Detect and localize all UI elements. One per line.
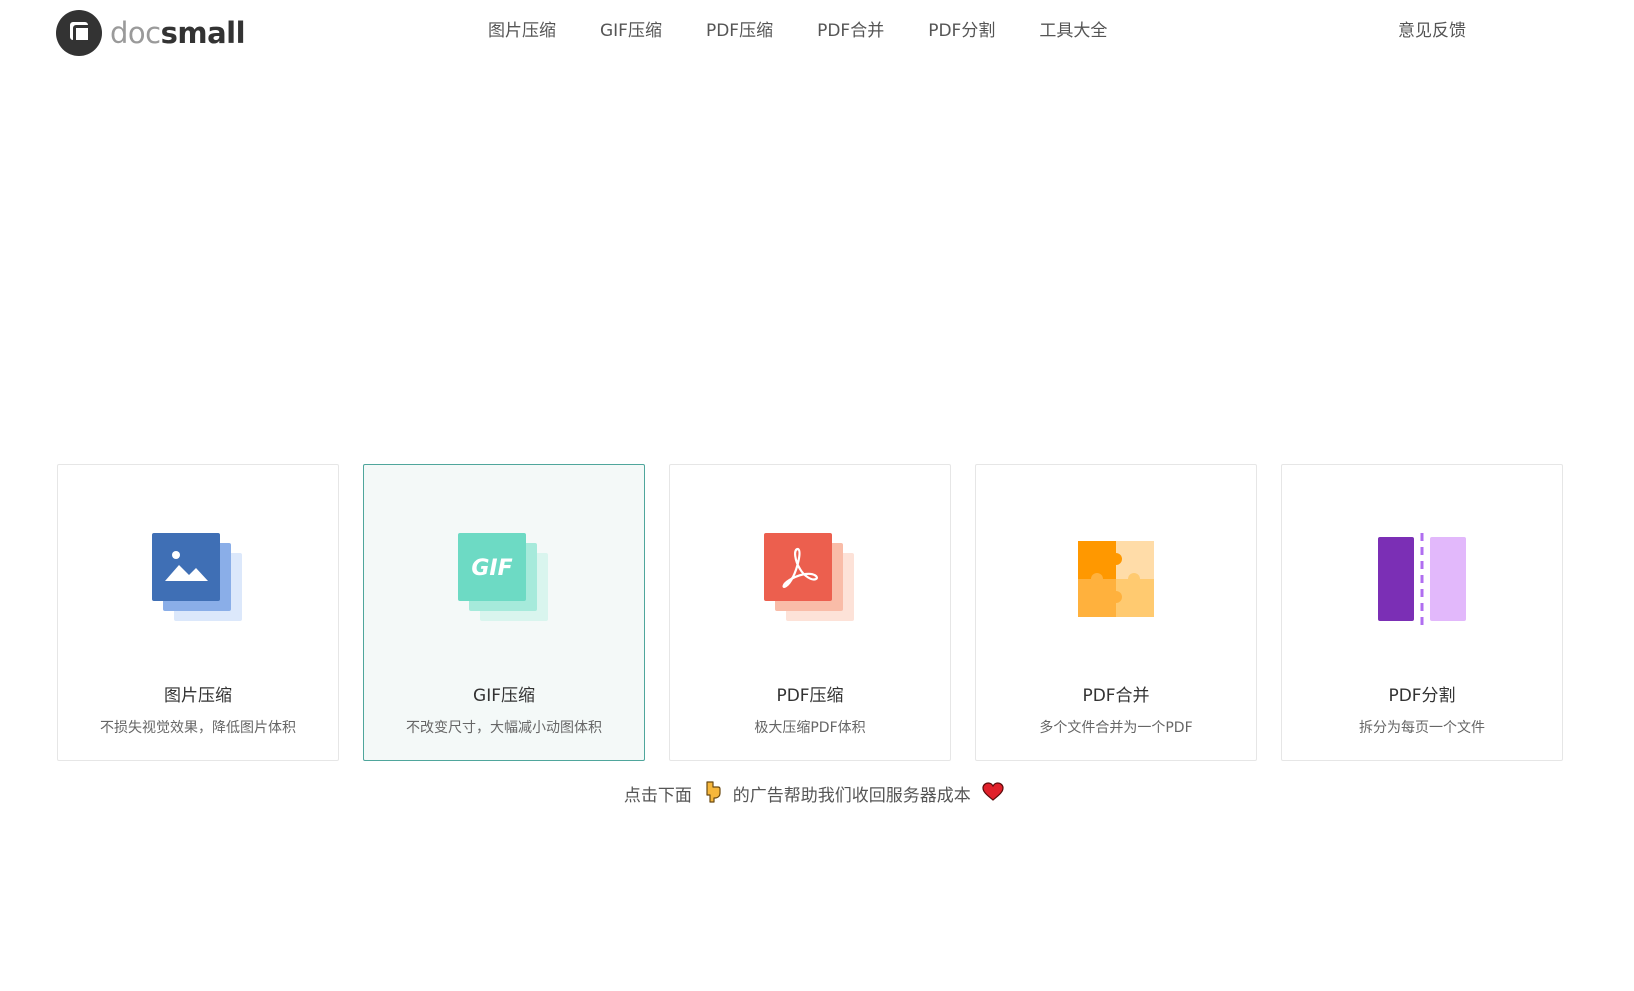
ad-note-text-after: 的广告帮助我们收回服务器成本 [732, 786, 971, 806]
card-description: 多个文件合并为一个PDF [1039, 720, 1193, 736]
svg-text:GIF: GIF [471, 556, 512, 581]
nav-image-compress[interactable]: 图片压缩 [488, 18, 556, 44]
card-title: GIF压缩 [473, 686, 535, 706]
image-icon [152, 533, 244, 625]
card-description: 极大压缩PDF体积 [754, 720, 866, 736]
split-icon [1376, 533, 1468, 625]
puzzle-icon [1070, 533, 1162, 625]
nav-pdf-compress[interactable]: PDF压缩 [706, 18, 773, 44]
card-title: PDF压缩 [776, 686, 844, 706]
logo-text: docsmall [110, 16, 246, 50]
card-description: 不改变尺寸，大幅减小动图体积 [406, 720, 602, 736]
feedback-link[interactable]: 意见反馈 [1398, 18, 1466, 44]
card-description: 拆分为每页一个文件 [1359, 720, 1485, 736]
top-header: docsmall 图片压缩 GIF压缩 PDF压缩 PDF合并 PDF分割 工具… [0, 0, 1634, 66]
card-title: PDF分割 [1388, 686, 1456, 706]
pointing-down-icon [703, 781, 721, 811]
heart-icon [982, 782, 1004, 810]
card-title: PDF合并 [1082, 686, 1150, 706]
nav-all-tools[interactable]: 工具大全 [1039, 18, 1107, 44]
main-nav: 图片压缩 GIF压缩 PDF压缩 PDF合并 PDF分割 工具大全 [488, 18, 1151, 44]
logo[interactable]: docsmall [56, 10, 246, 56]
card-pdf-merge[interactable]: PDF合并 多个文件合并为一个PDF [975, 464, 1257, 761]
card-title: 图片压缩 [164, 686, 232, 706]
nav-pdf-split[interactable]: PDF分割 [928, 18, 995, 44]
nav-gif-compress[interactable]: GIF压缩 [600, 18, 662, 44]
card-pdf-compress[interactable]: PDF压缩 极大压缩PDF体积 [669, 464, 951, 761]
tool-cards: 图片压缩 不损失视觉效果，降低图片体积 GIF GIF压缩 不改变尺寸，大幅减小… [57, 464, 1563, 761]
nav-pdf-merge[interactable]: PDF合并 [817, 18, 884, 44]
logo-icon [56, 10, 102, 56]
card-description: 不损失视觉效果，降低图片体积 [100, 720, 296, 736]
ad-note-text-before: 点击下面 [623, 786, 692, 806]
gif-icon: GIF [458, 533, 550, 625]
pdf-icon [764, 533, 856, 625]
card-pdf-split[interactable]: PDF分割 拆分为每页一个文件 [1281, 464, 1563, 761]
card-gif-compress[interactable]: GIF GIF压缩 不改变尺寸，大幅减小动图体积 [363, 464, 645, 761]
ad-note: 点击下面 的广告帮助我们收回服务器成本 [0, 781, 1634, 811]
card-image-compress[interactable]: 图片压缩 不损失视觉效果，降低图片体积 [57, 464, 339, 761]
